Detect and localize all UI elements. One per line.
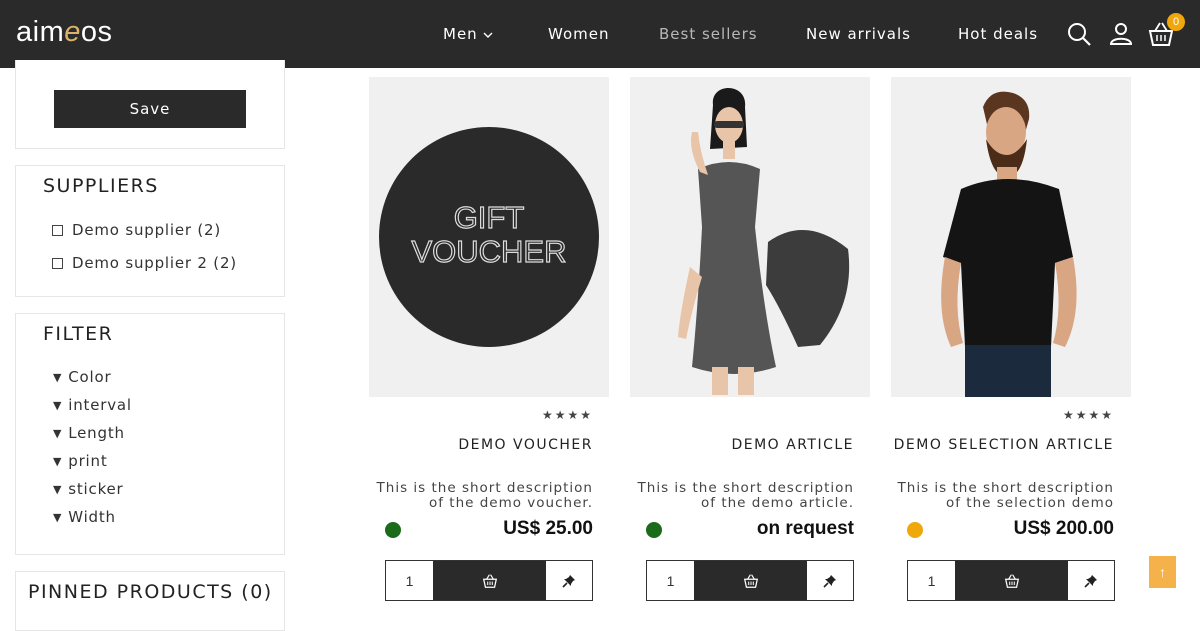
product-price: on request — [756, 518, 854, 539]
gift-voucher-image: GIFT VOUCHER — [379, 127, 599, 347]
woman-in-dress-image — [678, 87, 850, 395]
filter-label: Width — [68, 508, 116, 526]
voucher-text-1: GIFT — [454, 200, 525, 235]
checkbox[interactable] — [52, 258, 63, 269]
site-header: aimeos Men Women Best sellers New arriva… — [0, 0, 1200, 68]
chevron-down-icon — [483, 32, 493, 38]
caret-down-icon: ▼ — [53, 511, 63, 524]
nav-item-best-sellers[interactable]: Best sellers — [659, 24, 758, 44]
caret-down-icon: ▼ — [53, 483, 63, 496]
caret-down-icon: ▼ — [53, 455, 63, 468]
filter-label: sticker — [68, 480, 124, 498]
basket-icon — [743, 573, 758, 588]
add-to-basket-form — [907, 560, 1115, 601]
add-to-basket-button[interactable] — [955, 561, 1068, 600]
pin-icon — [823, 574, 836, 588]
supplier-label: Demo supplier (2) — [72, 221, 222, 239]
desc-line: This is the short description — [637, 481, 854, 496]
nav-item-new-arrivals[interactable]: New arrivals — [806, 24, 911, 44]
filter-label: Length — [68, 424, 125, 442]
search-icon[interactable] — [1065, 20, 1093, 48]
desc-line: This is the short description — [897, 481, 1114, 496]
stock-indicator — [646, 522, 662, 538]
pin-icon — [1084, 574, 1097, 588]
add-to-basket-form — [385, 560, 593, 601]
checkbox[interactable] — [52, 225, 63, 236]
filter-item-print[interactable]: ▼ print — [53, 452, 108, 471]
filter-label: print — [68, 452, 108, 470]
save-button[interactable]: Save — [54, 90, 246, 128]
nav-item-men[interactable]: Men — [443, 24, 494, 44]
desc-line: of the selection demo — [945, 495, 1114, 511]
filter-item-sticker[interactable]: ▼ sticker — [53, 480, 124, 499]
suppliers-title: SUPPLIERS — [43, 175, 159, 197]
product-price: US$ 200.00 — [1013, 518, 1114, 539]
nav-item-women[interactable]: Women — [548, 24, 609, 44]
quantity-input[interactable] — [908, 561, 955, 600]
desc-line: of the demo voucher. — [428, 495, 593, 511]
rating-stars: ★★★★ — [541, 408, 593, 422]
cart-count-badge: 0 — [1167, 13, 1185, 31]
pin-button[interactable] — [1068, 561, 1114, 600]
arrow-up-icon: ↑ — [1159, 564, 1166, 580]
main-nav: Men Women Best sellers New arrivals Hot … — [0, 0, 1200, 68]
pinned-title: PINNED PRODUCTS (0) — [28, 581, 273, 603]
supplier-label: Demo supplier 2 (2) — [72, 254, 237, 272]
filter-item-width[interactable]: ▼ Width — [53, 508, 116, 527]
basket-icon — [1004, 573, 1019, 588]
desc-line: This is the short description — [376, 481, 593, 496]
product-description: This is the short description of the sel… — [891, 481, 1114, 511]
product-name[interactable]: DEMO VOUCHER — [369, 437, 593, 453]
supplier-option[interactable]: Demo supplier 2 (2) — [52, 254, 237, 272]
user-icon[interactable] — [1107, 20, 1135, 48]
desc-line: of the demo article. — [701, 495, 854, 511]
product-description: This is the short description of the dem… — [369, 481, 593, 513]
nav-item-hot-deals[interactable]: Hot deals — [958, 24, 1038, 44]
product-image[interactable] — [891, 77, 1131, 397]
product-image[interactable] — [630, 77, 870, 397]
pin-icon — [562, 574, 575, 588]
nav-label: Men — [443, 25, 478, 43]
product-description: This is the short description of the dem… — [630, 481, 854, 513]
product-name[interactable]: DEMO ARTICLE — [630, 437, 854, 453]
caret-down-icon: ▼ — [53, 371, 63, 384]
man-in-tshirt-image — [941, 91, 1077, 397]
product-image[interactable]: GIFT VOUCHER — [369, 77, 609, 397]
stock-indicator — [907, 522, 923, 538]
supplier-option[interactable]: Demo supplier (2) — [52, 221, 221, 239]
add-to-basket-button[interactable] — [694, 561, 807, 600]
add-to-basket-form — [646, 560, 854, 601]
filter-item-interval[interactable]: ▼ interval — [53, 396, 132, 415]
quantity-input[interactable] — [386, 561, 433, 600]
pin-button[interactable] — [546, 561, 592, 600]
pin-button[interactable] — [807, 561, 853, 600]
filter-title: FILTER — [43, 323, 114, 345]
quantity-input[interactable] — [647, 561, 694, 600]
rating-stars: ★★★★ — [1062, 408, 1114, 422]
caret-down-icon: ▼ — [53, 427, 63, 440]
filter-label: interval — [68, 396, 132, 414]
add-to-basket-button[interactable] — [433, 561, 546, 600]
back-to-top-button[interactable]: ↑ — [1149, 556, 1176, 588]
product-name[interactable]: DEMO SELECTION ARTICLE — [891, 437, 1114, 453]
product-price: US$ 25.00 — [503, 518, 593, 539]
caret-down-icon: ▼ — [53, 399, 63, 412]
basket-icon — [482, 573, 497, 588]
filter-item-length[interactable]: ▼ Length — [53, 424, 125, 443]
stock-indicator — [385, 522, 401, 538]
voucher-text-2: VOUCHER — [411, 234, 566, 269]
filter-label: Color — [68, 368, 112, 386]
filter-item-color[interactable]: ▼ Color — [53, 368, 111, 387]
